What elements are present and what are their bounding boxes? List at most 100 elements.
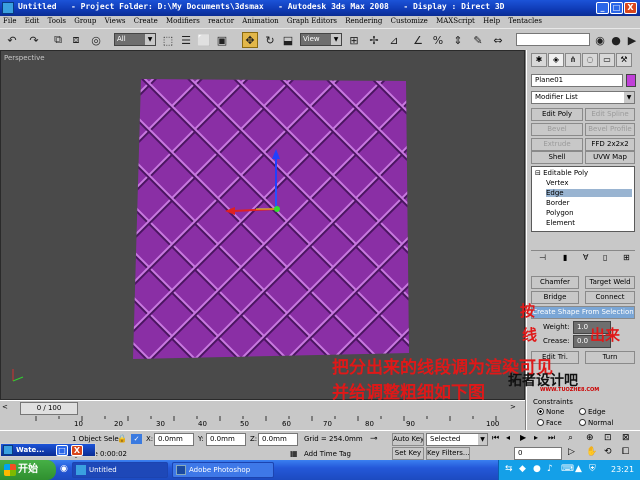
curve-editor-icon[interactable]: ◉ [592, 32, 608, 48]
redo-icon[interactable]: ↷ [26, 32, 42, 48]
select-move-icon[interactable]: ✥ [242, 32, 258, 48]
manipulate-icon[interactable]: ✢ [366, 32, 382, 48]
stack-item-element[interactable]: Element [546, 219, 575, 227]
close-button[interactable]: X [624, 2, 637, 14]
selected-edge-line[interactable] [1, 51, 136, 391]
next-key-icon[interactable]: ▸ [534, 433, 546, 445]
menu-customize[interactable]: Customize [388, 16, 431, 25]
menu-file[interactable]: File [0, 16, 19, 25]
tray-chat-icon[interactable]: ● [533, 464, 541, 474]
object-name-field[interactable]: Plane01 [531, 74, 623, 87]
menu-edit[interactable]: Edit [22, 16, 43, 25]
shell-button[interactable]: Shell [531, 151, 583, 164]
tray-antivirus-icon[interactable]: ◆ [519, 464, 526, 474]
constraint-edge-radio[interactable]: Edge [579, 408, 606, 416]
show-end-result-icon[interactable]: ▮ [563, 253, 567, 262]
spinner-snap-icon[interactable]: ⇕ [450, 32, 466, 48]
remove-modifier-icon[interactable]: ▯ [603, 253, 607, 262]
field-of-view-icon[interactable]: ▷ [568, 447, 582, 459]
task-untitled[interactable]: Untitled [72, 462, 168, 478]
menu-rendering[interactable]: Rendering [342, 16, 385, 25]
undo-icon[interactable]: ↶ [4, 32, 20, 48]
ffd-button[interactable]: FFD 2x2x2 [585, 138, 635, 151]
selected-edge-line[interactable] [439, 51, 524, 391]
selected-edge-line[interactable] [485, 51, 524, 391]
time-slider-thumb[interactable]: 0 / 100 [20, 402, 78, 415]
y-coord-field[interactable]: 0.0mm [206, 433, 246, 446]
stack-item-polygon[interactable]: Polygon [546, 209, 574, 217]
target-weld-button[interactable]: Target Weld [585, 276, 635, 289]
object-color-swatch[interactable] [626, 74, 636, 87]
menu-help[interactable]: Help [480, 16, 503, 25]
zoom-icon[interactable]: ⌕ [568, 433, 582, 445]
snaps-toggle-icon[interactable]: ⊿ [386, 32, 402, 48]
add-time-tag-button[interactable]: Add Time Tag [304, 450, 351, 458]
mirror-icon[interactable]: ⇔ [490, 32, 506, 48]
stack-item-vertex[interactable]: Vertex [546, 179, 569, 187]
edit-spline-button[interactable]: Edit Spline [585, 108, 635, 121]
create-shape-button[interactable]: Create Shape From Selection [531, 306, 635, 319]
select-link-icon[interactable]: ⧉ [50, 32, 66, 48]
arc-rotate-icon[interactable]: ⟲ [604, 447, 618, 459]
maximize-button[interactable]: □ [610, 2, 623, 14]
uvw-map-button[interactable]: UVW Map [585, 151, 635, 164]
menu-tentacles[interactable]: Tentacles [505, 16, 545, 25]
start-button[interactable]: 开始 [0, 460, 56, 480]
zoom-extents-icon[interactable]: ⊡ [604, 433, 618, 445]
percent-snap-icon[interactable]: % [430, 32, 446, 48]
absolute-mode-icon[interactable]: ✓ [131, 434, 142, 444]
prev-frame-icon[interactable]: < [2, 403, 12, 414]
zoom-all-icon[interactable]: ⊕ [586, 433, 600, 445]
z-coord-field[interactable]: 0.0mm [258, 433, 298, 446]
menu-reactor[interactable]: reactor [205, 16, 237, 25]
selected-edge-line[interactable] [1, 51, 89, 391]
menu-graph-editors[interactable]: Graph Editors [284, 16, 340, 25]
perspective-viewport[interactable]: Perspective [0, 50, 525, 400]
quick-launch-icon[interactable]: ◉ [60, 464, 68, 474]
selected-edge-line[interactable] [1, 51, 89, 391]
menu-animation[interactable]: Animation [239, 16, 281, 25]
constraint-none-radio[interactable]: None [537, 408, 564, 416]
tray-update-icon[interactable]: ▲ [575, 464, 582, 474]
stack-item-editable-poly[interactable]: ⊟ Editable Poly [535, 169, 588, 177]
modify-tab-icon[interactable]: ◈ [548, 53, 564, 67]
selected-edge-line[interactable] [1, 51, 43, 391]
menu-tools[interactable]: Tools [45, 16, 69, 25]
configure-sets-icon[interactable]: ⊞ [623, 253, 630, 262]
tray-sound-icon[interactable]: ♪ [547, 464, 553, 474]
motion-tab-icon[interactable]: ◌ [582, 53, 598, 67]
bevel-profile-button[interactable]: Bevel Profile [585, 123, 635, 136]
edit-poly-button[interactable]: Edit Poly [531, 108, 583, 121]
create-tab-icon[interactable]: ✱ [531, 53, 547, 67]
maximize-viewport-icon[interactable]: ⧠ [622, 447, 636, 459]
select-by-name-icon[interactable]: ☰ [178, 32, 194, 48]
stack-item-border[interactable]: Border [546, 199, 569, 207]
selected-edge-line[interactable] [1, 51, 136, 391]
tray-input-icon[interactable]: ⌨ [561, 464, 574, 474]
angle-snap-icon[interactable]: ∠ [410, 32, 426, 48]
minimize-button[interactable]: _ [596, 2, 609, 14]
selected-edge-line[interactable] [392, 51, 524, 391]
key-filters-button[interactable]: Key Filters... [426, 447, 470, 460]
select-rotate-icon[interactable]: ↻ [262, 32, 278, 48]
select-scale-icon[interactable]: ⬓ [280, 32, 296, 48]
auto-key-button[interactable]: Auto Key [392, 433, 424, 446]
modifier-list-dropdown[interactable]: Modifier List ▼ [531, 91, 635, 104]
window-crossing-icon[interactable]: ▣ [214, 32, 230, 48]
zoom-extents-all-icon[interactable]: ⊠ [622, 433, 636, 445]
region-select-icon[interactable]: ⬜ [196, 32, 212, 48]
go-to-end-icon[interactable]: ⏭ [548, 433, 560, 445]
reference-coordinate-dropdown[interactable]: View ▼ [300, 33, 342, 46]
selected-edge-line[interactable] [1, 51, 43, 391]
track-bar[interactable]: 10 20 30 40 50 60 70 80 90 100 [0, 416, 525, 430]
bind-space-warp-icon[interactable]: ◎ [88, 32, 104, 48]
menu-create[interactable]: Create [131, 16, 161, 25]
play-icon[interactable]: ▶ [520, 433, 532, 445]
utilities-tab-icon[interactable]: ⚒ [616, 53, 632, 67]
selection-filter-dropdown[interactable]: All ▼ [114, 33, 156, 46]
key-selection-dropdown[interactable]: Selected ▼ [426, 433, 488, 446]
menu-maxscript[interactable]: MAXScript [433, 16, 478, 25]
task-photoshop[interactable]: Adobe Photoshop [172, 462, 274, 478]
floating-mini-window[interactable]: Wate... □ X [0, 443, 96, 457]
menu-group[interactable]: Group [71, 16, 99, 25]
